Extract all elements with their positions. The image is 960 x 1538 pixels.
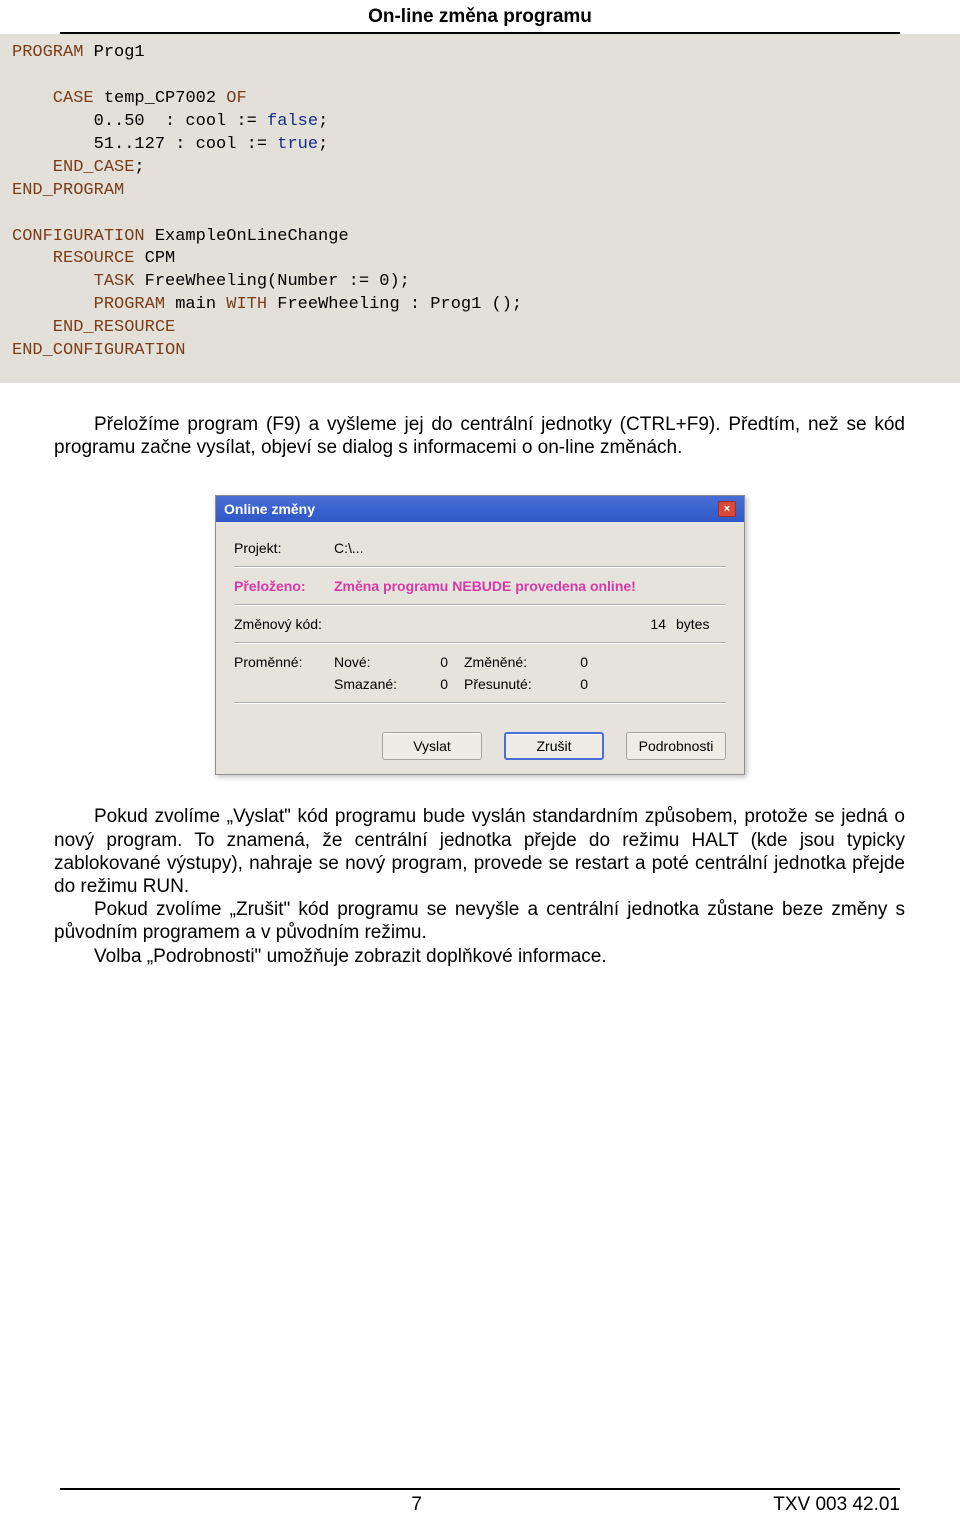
code-block: PROGRAM Prog1 CASE temp_CP7002 OF 0..50 … (0, 34, 960, 383)
value-presunute: 0 (564, 676, 604, 692)
label-smazane: Smazané: (334, 676, 424, 692)
label-presunute: Přesunuté: (464, 676, 564, 692)
label-kod: Změnový kód: (234, 616, 334, 632)
dialog-title: Online změny (224, 501, 315, 517)
unit-bytes: bytes (676, 616, 726, 632)
page-title: On-line změna programu (60, 0, 900, 34)
vyslat-button[interactable]: Vyslat (382, 732, 482, 760)
paragraph-block-2: Pokud zvolíme „Vyslat" kód programu bude… (54, 805, 905, 967)
value-smazane: 0 (424, 676, 464, 692)
value-zmenene: 0 (564, 654, 604, 670)
dialog-titlebar: Online změny × (216, 496, 744, 522)
value-projekt: C:\... (334, 540, 726, 556)
paragraph-1: Přeložíme program (F9) a vyšleme jej do … (54, 413, 905, 459)
close-icon[interactable]: × (718, 501, 736, 517)
podrobnosti-button[interactable]: Podrobnosti (626, 732, 726, 760)
page-number: 7 (411, 1494, 422, 1516)
divider (234, 702, 726, 704)
document-number: TXV 003 42.01 (773, 1494, 900, 1516)
label-nove: Nové: (334, 654, 424, 670)
zrusit-button[interactable]: Zrušit (504, 732, 604, 760)
label-zmenene: Změněné: (464, 654, 564, 670)
divider (234, 642, 726, 644)
paragraph-3: Pokud zvolíme „Zrušit" kód programu se n… (54, 898, 905, 944)
divider (234, 566, 726, 568)
paragraph-4: Volba „Podrobnosti" umožňuje zobrazit do… (54, 945, 905, 968)
paragraph-2: Pokud zvolíme „Vyslat" kód programu bude… (54, 805, 905, 898)
label-promenne: Proměnné: (234, 654, 334, 670)
value-prelozeno: Změna programu NEBUDE provedena online! (334, 578, 726, 594)
value-nove: 0 (424, 654, 464, 670)
page-footer: 7 TXV 003 42.01 (60, 1488, 900, 1516)
label-prelozeno: Přeloženo: (234, 578, 334, 594)
value-kod: 14 (334, 616, 676, 632)
divider (234, 604, 726, 606)
label-projekt: Projekt: (234, 540, 334, 556)
kw-program: PROGRAM (12, 43, 83, 62)
online-changes-dialog: Online změny × Projekt: C:\... Přeloženo… (215, 495, 745, 775)
